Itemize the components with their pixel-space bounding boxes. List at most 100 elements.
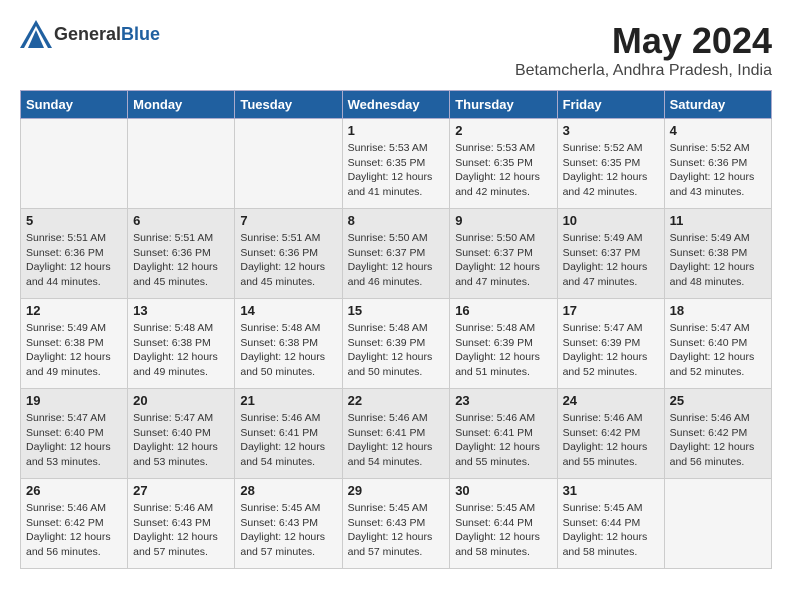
- day-number: 25: [670, 393, 766, 408]
- day-info: Sunrise: 5:49 AMSunset: 6:37 PMDaylight:…: [563, 231, 659, 290]
- calendar-cell: 11 Sunrise: 5:49 AMSunset: 6:38 PMDayligh…: [664, 209, 771, 299]
- day-info: Sunrise: 5:45 AMSunset: 6:44 PMDaylight:…: [455, 501, 551, 560]
- calendar-cell: 22Sunrise: 5:46 AMSunset: 6:41 PMDayligh…: [342, 389, 450, 479]
- day-number: 7: [240, 213, 336, 228]
- day-number: 15: [348, 303, 445, 318]
- logo: GeneralBlue: [20, 20, 160, 48]
- day-number: 24: [563, 393, 659, 408]
- calendar-cell: 20 Sunrise: 5:47 AMSunset: 6:40 PMDayligh…: [128, 389, 235, 479]
- calendar-week-row: 5 Sunrise: 5:51 AMSunset: 6:36 PMDaylight…: [21, 209, 772, 299]
- day-info: Sunrise: 5:46 AMSunset: 6:42 PMDaylight:…: [26, 501, 122, 560]
- day-info: Sunrise: 5:46 AMSunset: 6:41 PMDaylight:…: [240, 411, 336, 470]
- day-info: Sunrise: 5:48 AMSunset: 6:38 PMDaylight:…: [133, 321, 229, 380]
- calendar-cell: 15 Sunrise: 5:48 AMSunset: 6:39 PMDayligh…: [342, 299, 450, 389]
- calendar-cell: 23 Sunrise: 5:46 AMSunset: 6:41 PMDayligh…: [450, 389, 557, 479]
- calendar-cell: 31 Sunrise: 5:45 AMSunset: 6:44 PMDayligh…: [557, 479, 664, 569]
- month-title: May 2024: [515, 20, 772, 62]
- day-info: Sunrise: 5:46 AMSunset: 6:41 PMDaylight:…: [348, 411, 445, 470]
- day-info: Sunrise: 5:45 AMSunset: 6:44 PMDaylight:…: [563, 501, 659, 560]
- day-info: Sunrise: 5:52 AMSunset: 6:35 PMDaylight:…: [563, 141, 659, 200]
- day-info: Sunrise: 5:52 AMSunset: 6:36 PMDaylight:…: [670, 141, 766, 200]
- logo-icon: [20, 20, 52, 48]
- day-info: Sunrise: 5:50 AMSunset: 6:37 PMDaylight:…: [348, 231, 445, 290]
- calendar-cell: 12Sunrise: 5:49 AMSunset: 6:38 PMDayligh…: [21, 299, 128, 389]
- day-info: Sunrise: 5:48 AMSunset: 6:38 PMDaylight:…: [240, 321, 336, 380]
- calendar-cell: 3 Sunrise: 5:52 AMSunset: 6:35 PMDaylight…: [557, 119, 664, 209]
- weekday-header: Thursday: [450, 91, 557, 119]
- calendar-cell: 7 Sunrise: 5:51 AMSunset: 6:36 PMDaylight…: [235, 209, 342, 299]
- calendar: SundayMondayTuesdayWednesdayThursdayFrid…: [20, 90, 772, 569]
- day-number: 29: [348, 483, 445, 498]
- day-info: Sunrise: 5:49 AMSunset: 6:38 PMDaylight:…: [670, 231, 766, 290]
- day-number: 2: [455, 123, 551, 138]
- calendar-cell: 10Sunrise: 5:49 AMSunset: 6:37 PMDayligh…: [557, 209, 664, 299]
- day-number: 6: [133, 213, 229, 228]
- day-number: 4: [670, 123, 766, 138]
- day-number: 9: [455, 213, 551, 228]
- day-info: Sunrise: 5:51 AMSunset: 6:36 PMDaylight:…: [240, 231, 336, 290]
- calendar-cell: 16 Sunrise: 5:48 AMSunset: 6:39 PMDayligh…: [450, 299, 557, 389]
- day-number: 1: [348, 123, 445, 138]
- calendar-cell: 17 Sunrise: 5:47 AMSunset: 6:39 PMDayligh…: [557, 299, 664, 389]
- calendar-cell: [664, 479, 771, 569]
- calendar-cell: 13 Sunrise: 5:48 AMSunset: 6:38 PMDayligh…: [128, 299, 235, 389]
- day-info: Sunrise: 5:46 AMSunset: 6:43 PMDaylight:…: [133, 501, 229, 560]
- day-info: Sunrise: 5:45 AMSunset: 6:43 PMDaylight:…: [348, 501, 445, 560]
- calendar-cell: 25Sunrise: 5:46 AMSunset: 6:42 PMDayligh…: [664, 389, 771, 479]
- day-info: Sunrise: 5:49 AMSunset: 6:38 PMDaylight:…: [26, 321, 122, 380]
- calendar-week-row: 19 Sunrise: 5:47 AMSunset: 6:40 PMDayligh…: [21, 389, 772, 479]
- weekday-header: Sunday: [21, 91, 128, 119]
- day-info: Sunrise: 5:53 AMSunset: 6:35 PMDaylight:…: [348, 141, 445, 200]
- day-info: Sunrise: 5:47 AMSunset: 6:40 PMDaylight:…: [670, 321, 766, 380]
- day-info: Sunrise: 5:48 AMSunset: 6:39 PMDaylight:…: [455, 321, 551, 380]
- day-info: Sunrise: 5:46 AMSunset: 6:42 PMDaylight:…: [563, 411, 659, 470]
- location-title: Betamcherla, Andhra Pradesh, India: [515, 62, 772, 80]
- calendar-cell: 29 Sunrise: 5:45 AMSunset: 6:43 PMDayligh…: [342, 479, 450, 569]
- day-info: Sunrise: 5:51 AMSunset: 6:36 PMDaylight:…: [133, 231, 229, 290]
- day-number: 13: [133, 303, 229, 318]
- day-number: 20: [133, 393, 229, 408]
- day-number: 23: [455, 393, 551, 408]
- day-info: Sunrise: 5:53 AMSunset: 6:35 PMDaylight:…: [455, 141, 551, 200]
- day-number: 31: [563, 483, 659, 498]
- day-number: 19: [26, 393, 122, 408]
- day-number: 27: [133, 483, 229, 498]
- day-info: Sunrise: 5:51 AMSunset: 6:36 PMDaylight:…: [26, 231, 122, 290]
- calendar-cell: 30 Sunrise: 5:45 AMSunset: 6:44 PMDayligh…: [450, 479, 557, 569]
- day-number: 21: [240, 393, 336, 408]
- calendar-header-row: SundayMondayTuesdayWednesdayThursdayFrid…: [21, 91, 772, 119]
- day-number: 3: [563, 123, 659, 138]
- calendar-cell: 6 Sunrise: 5:51 AMSunset: 6:36 PMDaylight…: [128, 209, 235, 299]
- day-number: 30: [455, 483, 551, 498]
- weekday-header: Monday: [128, 91, 235, 119]
- weekday-header: Friday: [557, 91, 664, 119]
- day-number: 8: [348, 213, 445, 228]
- calendar-cell: 21 Sunrise: 5:46 AMSunset: 6:41 PMDayligh…: [235, 389, 342, 479]
- day-number: 5: [26, 213, 122, 228]
- calendar-cell: 24 Sunrise: 5:46 AMSunset: 6:42 PMDayligh…: [557, 389, 664, 479]
- day-info: Sunrise: 5:48 AMSunset: 6:39 PMDaylight:…: [348, 321, 445, 380]
- calendar-cell: [21, 119, 128, 209]
- calendar-cell: 14 Sunrise: 5:48 AMSunset: 6:38 PMDayligh…: [235, 299, 342, 389]
- day-info: Sunrise: 5:47 AMSunset: 6:40 PMDaylight:…: [26, 411, 122, 470]
- weekday-header: Wednesday: [342, 91, 450, 119]
- day-info: Sunrise: 5:46 AMSunset: 6:41 PMDaylight:…: [455, 411, 551, 470]
- logo-blue: Blue: [121, 24, 160, 44]
- day-number: 17: [563, 303, 659, 318]
- calendar-cell: 8 Sunrise: 5:50 AMSunset: 6:37 PMDaylight…: [342, 209, 450, 299]
- weekday-header: Saturday: [664, 91, 771, 119]
- calendar-cell: 28Sunrise: 5:45 AMSunset: 6:43 PMDayligh…: [235, 479, 342, 569]
- day-number: 16: [455, 303, 551, 318]
- calendar-cell: 1 Sunrise: 5:53 AMSunset: 6:35 PMDaylight…: [342, 119, 450, 209]
- calendar-cell: 4 Sunrise: 5:52 AMSunset: 6:36 PMDaylight…: [664, 119, 771, 209]
- day-number: 11: [670, 213, 766, 228]
- calendar-cell: [235, 119, 342, 209]
- calendar-week-row: 12Sunrise: 5:49 AMSunset: 6:38 PMDayligh…: [21, 299, 772, 389]
- weekday-header: Tuesday: [235, 91, 342, 119]
- day-number: 18: [670, 303, 766, 318]
- day-info: Sunrise: 5:47 AMSunset: 6:39 PMDaylight:…: [563, 321, 659, 380]
- day-info: Sunrise: 5:45 AMSunset: 6:43 PMDaylight:…: [240, 501, 336, 560]
- day-number: 14: [240, 303, 336, 318]
- day-info: Sunrise: 5:47 AMSunset: 6:40 PMDaylight:…: [133, 411, 229, 470]
- calendar-cell: 18 Sunrise: 5:47 AMSunset: 6:40 PMDayligh…: [664, 299, 771, 389]
